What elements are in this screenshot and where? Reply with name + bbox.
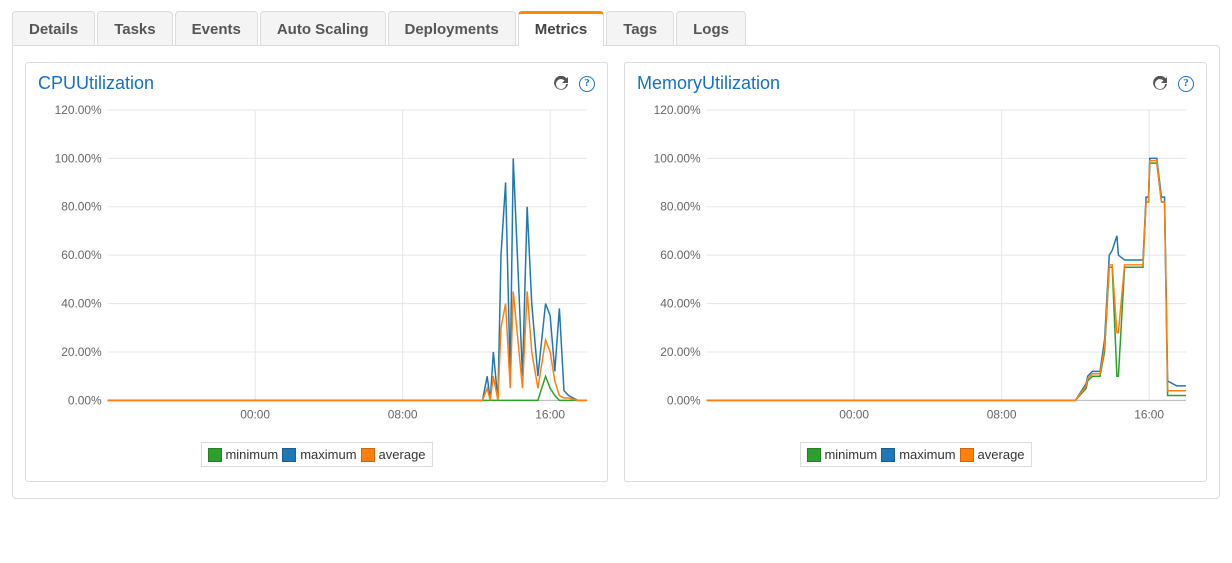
tab-metrics[interactable]: Metrics [518, 11, 605, 46]
legend-max-label: maximum [300, 447, 356, 462]
svg-text:120.00%: 120.00% [55, 103, 102, 117]
legend-avg-label: average [379, 447, 426, 462]
chart-header: MemoryUtilization ? [637, 73, 1194, 94]
charts-row: CPUUtilization ? 0.00% 20.00% 40.00% 60.00%… [25, 62, 1207, 482]
chart-toolbar: ? [553, 76, 595, 92]
legend-minimum: minimum [207, 447, 278, 462]
legend-max-label: maximum [899, 447, 955, 462]
tab-details[interactable]: Details [12, 11, 95, 46]
cpu-chart-title[interactable]: CPUUtilization [38, 73, 154, 94]
svg-text:16:00: 16:00 [535, 407, 565, 421]
memory-chart-title[interactable]: MemoryUtilization [637, 73, 780, 94]
cpu-chart: 0.00% 20.00% 40.00% 60.00% 80.00% 100.00% 120.… [38, 102, 595, 430]
legend-maximum: maximum [282, 447, 356, 462]
chart-toolbar: ? [1152, 76, 1194, 92]
help-icon[interactable]: ? [1178, 76, 1194, 92]
svg-text:100.00%: 100.00% [654, 151, 701, 165]
help-icon[interactable]: ? [579, 76, 595, 92]
legend-min-label: minimum [824, 447, 877, 462]
refresh-icon[interactable] [553, 76, 569, 92]
svg-text:20.00%: 20.00% [660, 345, 701, 359]
tab-logs[interactable]: Logs [676, 11, 746, 46]
svg-text:40.00%: 40.00% [61, 297, 102, 311]
svg-text:16:00: 16:00 [1134, 407, 1164, 421]
chart-legend: minimum maximum average [799, 442, 1031, 467]
legend-avg-label: average [978, 447, 1025, 462]
cpu-chart-card: CPUUtilization ? 0.00% 20.00% 40.00% 60.00%… [25, 62, 608, 482]
memory-chart: 0.00% 20.00% 40.00% 60.00% 80.00% 100.00% 120.… [637, 102, 1194, 430]
legend-average: average [361, 447, 426, 462]
legend-average: average [960, 447, 1025, 462]
svg-text:80.00%: 80.00% [61, 200, 102, 214]
refresh-icon[interactable] [1152, 76, 1168, 92]
tab-deployments[interactable]: Deployments [388, 11, 516, 46]
svg-text:60.00%: 60.00% [61, 248, 102, 262]
chart-legend: minimum maximum average [200, 442, 432, 467]
svg-text:08:00: 08:00 [388, 407, 418, 421]
svg-text:00:00: 00:00 [839, 407, 869, 421]
svg-text:40.00%: 40.00% [660, 297, 701, 311]
svg-text:120.00%: 120.00% [654, 103, 701, 117]
legend-min-label: minimum [225, 447, 278, 462]
svg-text:0.00%: 0.00% [68, 393, 102, 407]
legend-minimum: minimum [806, 447, 877, 462]
tab-events[interactable]: Events [175, 11, 258, 46]
memory-chart-card: MemoryUtilization ? 0.00% 20.00% 40.00% 60.… [624, 62, 1207, 482]
tab-auto-scaling[interactable]: Auto Scaling [260, 11, 386, 46]
svg-text:60.00%: 60.00% [660, 248, 701, 262]
svg-text:00:00: 00:00 [240, 407, 270, 421]
svg-text:08:00: 08:00 [987, 407, 1017, 421]
svg-text:80.00%: 80.00% [660, 200, 701, 214]
metrics-panel: CPUUtilization ? 0.00% 20.00% 40.00% 60.00%… [12, 45, 1220, 499]
svg-text:0.00%: 0.00% [667, 393, 701, 407]
chart-header: CPUUtilization ? [38, 73, 595, 94]
svg-text:100.00%: 100.00% [55, 151, 102, 165]
legend-maximum: maximum [881, 447, 955, 462]
svg-text:20.00%: 20.00% [61, 345, 102, 359]
tab-tasks[interactable]: Tasks [97, 11, 172, 46]
tab-bar: DetailsTasksEventsAuto ScalingDeployment… [12, 10, 1220, 45]
tab-tags[interactable]: Tags [606, 11, 674, 46]
